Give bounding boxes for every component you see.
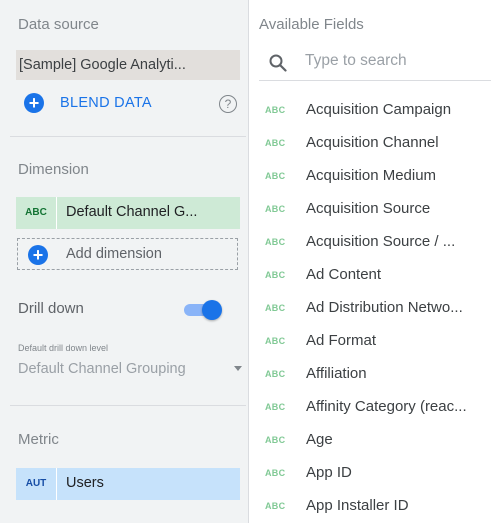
metric-title: Metric bbox=[18, 431, 59, 448]
text-type-icon: ABC bbox=[265, 402, 286, 412]
blend-data-label: BLEND DATA bbox=[60, 95, 152, 111]
field-item[interactable]: ABC Ad Format bbox=[249, 324, 500, 357]
field-item-label: Ad Distribution Netwo... bbox=[306, 299, 463, 316]
chip-separator bbox=[56, 197, 57, 229]
field-item-label: App Installer ID bbox=[306, 497, 409, 514]
field-item-label: Acquisition Channel bbox=[306, 134, 439, 151]
drill-down-level-select[interactable]: Default Channel Grouping bbox=[18, 361, 186, 377]
field-item[interactable]: ABC App ID bbox=[249, 456, 500, 489]
add-dimension-label: Add dimension bbox=[66, 246, 162, 262]
field-search-input[interactable] bbox=[305, 52, 485, 70]
dimension-chip-label: Default Channel G... bbox=[66, 204, 198, 220]
field-item[interactable]: ABC Ad Content bbox=[249, 258, 500, 291]
field-item[interactable]: ABC Ad Distribution Netwo... bbox=[249, 291, 500, 324]
text-type-icon: ABC bbox=[265, 501, 286, 511]
data-source-selector[interactable]: [Sample] Google Analyti... bbox=[16, 50, 240, 80]
setup-panel: Data source [Sample] Google Analyti... +… bbox=[0, 0, 248, 523]
drill-down-level-label: Default drill down level bbox=[18, 343, 109, 353]
field-item-label: Acquisition Medium bbox=[306, 167, 437, 184]
text-type-icon: ABC bbox=[265, 270, 286, 280]
field-item[interactable]: ABC Acquisition Source / ... bbox=[249, 225, 500, 258]
divider bbox=[10, 405, 246, 406]
available-fields-title: Available Fields bbox=[259, 16, 364, 33]
field-item-label: Affiliation bbox=[306, 365, 367, 382]
field-item-label: Acquisition Source bbox=[306, 200, 431, 217]
field-item[interactable]: ABC App Installer ID bbox=[249, 489, 500, 522]
data-source-title: Data source bbox=[18, 16, 99, 33]
text-type-icon: ABC bbox=[265, 105, 286, 115]
drill-down-toggle[interactable] bbox=[184, 300, 224, 320]
field-item-label: Affinity Category (reac... bbox=[306, 398, 467, 415]
help-circle-icon[interactable]: ? bbox=[219, 95, 237, 113]
chevron-down-icon[interactable] bbox=[234, 366, 242, 371]
drill-down-label: Drill down bbox=[18, 300, 84, 317]
field-item[interactable]: ABC Acquisition Source bbox=[249, 192, 500, 225]
add-dimension-button[interactable]: + Add dimension bbox=[17, 238, 238, 270]
blend-data-button[interactable]: + BLEND DATA bbox=[24, 92, 244, 116]
field-item[interactable]: ABC Affiliation bbox=[249, 357, 500, 390]
field-item[interactable]: ABC Age bbox=[249, 423, 500, 456]
toggle-knob bbox=[202, 300, 222, 320]
divider bbox=[10, 136, 246, 137]
field-item-label: Ad Format bbox=[306, 332, 377, 349]
field-item[interactable]: ABC Affinity Category (reac... bbox=[249, 390, 500, 423]
text-type-icon: ABC bbox=[265, 138, 286, 148]
number-type-icon: AUT bbox=[25, 478, 47, 489]
text-type-icon: ABC bbox=[265, 336, 286, 346]
text-type-icon: ABC bbox=[265, 171, 286, 181]
metric-chip-label: Users bbox=[66, 475, 104, 491]
text-type-icon: ABC bbox=[265, 303, 286, 313]
field-item-label: App ID bbox=[306, 464, 352, 481]
text-type-icon: ABC bbox=[265, 204, 286, 214]
field-item[interactable]: ABC Acquisition Medium bbox=[249, 159, 500, 192]
plus-circle-icon: + bbox=[28, 245, 48, 265]
field-item-label: Age bbox=[306, 431, 333, 448]
text-type-icon: ABC bbox=[265, 435, 286, 445]
text-type-icon: ABC bbox=[265, 237, 286, 247]
field-item[interactable]: ABC Acquisition Channel bbox=[249, 126, 500, 159]
metric-chip[interactable]: AUT Users bbox=[16, 468, 240, 500]
available-fields-list: ABC Acquisition Campaign ABC Acquisition Ch… bbox=[249, 93, 500, 523]
search-icon bbox=[269, 54, 287, 72]
chip-separator bbox=[56, 468, 57, 500]
search-underline bbox=[259, 80, 491, 81]
field-item-label: Acquisition Source / ... bbox=[306, 233, 456, 250]
field-item-label: Acquisition Campaign bbox=[306, 101, 452, 118]
available-fields-panel: Available Fields ABC Acquisition Campaign… bbox=[249, 0, 500, 523]
text-type-icon: ABC bbox=[265, 468, 286, 478]
plus-circle-icon: + bbox=[24, 93, 44, 113]
text-type-icon: ABC bbox=[25, 207, 47, 218]
text-type-icon: ABC bbox=[265, 369, 286, 379]
field-item[interactable]: ABC Acquisition Campaign bbox=[249, 93, 500, 126]
field-item-label: Ad Content bbox=[306, 266, 382, 283]
dimension-chip[interactable]: ABC Default Channel G... bbox=[16, 197, 240, 229]
dimension-title: Dimension bbox=[18, 161, 89, 178]
